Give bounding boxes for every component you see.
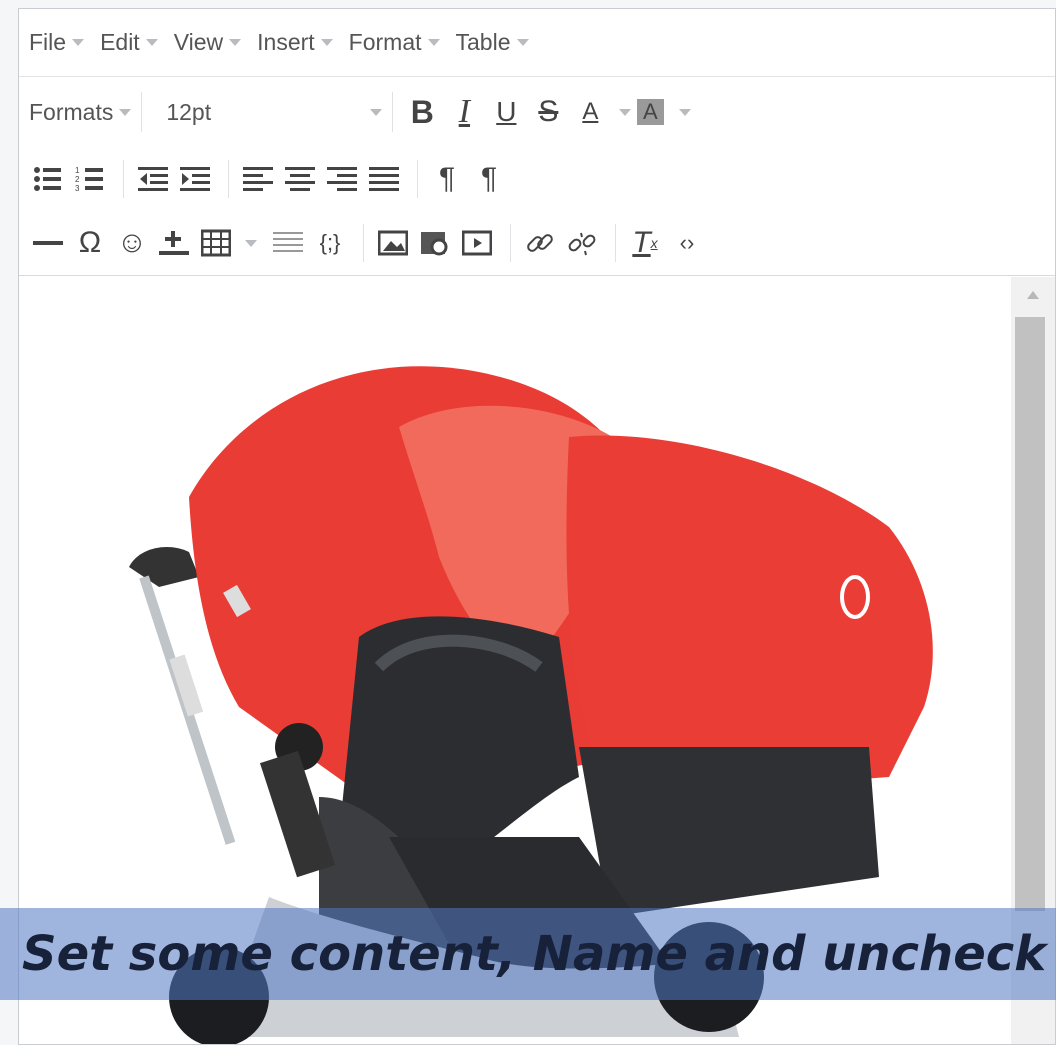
- font-size-dropdown[interactable]: 12pt: [152, 99, 383, 126]
- menu-view[interactable]: View: [174, 29, 242, 56]
- toolbar-separator: [228, 160, 229, 198]
- justify-icon[interactable]: [365, 157, 403, 201]
- insert-icon[interactable]: [155, 221, 193, 265]
- chevron-down-icon[interactable]: [679, 108, 692, 116]
- toolbar-separator: [123, 160, 124, 198]
- media-icon[interactable]: [416, 221, 454, 265]
- chevron-down-icon: [320, 39, 333, 46]
- toolbar-separator: [392, 91, 394, 133]
- svg-text:3: 3: [75, 184, 80, 193]
- align-right-icon[interactable]: [323, 157, 361, 201]
- chevron-down-icon[interactable]: [619, 108, 632, 116]
- code-icon[interactable]: {;}: [311, 221, 349, 265]
- numbered-list-icon[interactable]: 123: [71, 157, 109, 201]
- toolbar-separator: [417, 160, 418, 198]
- text-color-button[interactable]: A: [571, 90, 609, 134]
- emoticon-icon[interactable]: ☺: [113, 221, 151, 265]
- chevron-down-icon: [145, 39, 158, 46]
- chevron-down-icon: [516, 39, 529, 46]
- scroll-up-icon[interactable]: [1027, 291, 1039, 299]
- toolbar-separator: [615, 224, 616, 262]
- align-left-icon[interactable]: [239, 157, 277, 201]
- chevron-down-icon[interactable]: [245, 239, 257, 247]
- align-center-icon[interactable]: [281, 157, 319, 201]
- svg-text:1: 1: [75, 166, 80, 175]
- table-icon[interactable]: [197, 221, 235, 265]
- image-icon[interactable]: [374, 221, 412, 265]
- toolbar-row-text-format: Formats 12pt B I U S A A: [19, 77, 1055, 147]
- formats-dropdown[interactable]: Formats: [29, 99, 132, 126]
- source-code-icon[interactable]: ‹›: [668, 221, 706, 265]
- list-icon[interactable]: [269, 221, 307, 265]
- bg-color-button[interactable]: A: [631, 90, 669, 134]
- chevron-down-icon: [370, 108, 383, 116]
- toolbar-separator: [363, 224, 364, 262]
- unlink-icon[interactable]: [563, 221, 601, 265]
- caption-banner: Set some content, Name and uncheck S: [0, 908, 1056, 1000]
- toolbar: Formats 12pt B I U S A A 123 ¶ ¶ Ω ☺ {;}…: [19, 77, 1055, 276]
- toolbar-row-paragraph: 123 ¶ ¶: [19, 147, 1055, 211]
- chevron-down-icon: [229, 39, 242, 46]
- rtl-icon[interactable]: ¶: [470, 157, 508, 201]
- special-char-icon[interactable]: Ω: [71, 221, 109, 265]
- toolbar-row-insert: Ω ☺ {;} Tx ‹›: [19, 211, 1055, 275]
- menu-edit[interactable]: Edit: [100, 29, 158, 56]
- clear-format-icon[interactable]: Tx: [626, 221, 664, 265]
- underline-button[interactable]: U: [487, 90, 525, 134]
- chevron-down-icon: [72, 39, 85, 46]
- toolbar-separator: [141, 91, 143, 133]
- link-icon[interactable]: [521, 221, 559, 265]
- outdent-icon[interactable]: [134, 157, 172, 201]
- menu-insert[interactable]: Insert: [257, 29, 333, 56]
- menu-table[interactable]: Table: [456, 29, 529, 56]
- indent-icon[interactable]: [176, 157, 214, 201]
- menu-bar: File Edit View Insert Format Table: [19, 9, 1055, 77]
- horizontal-rule-icon[interactable]: [29, 221, 67, 265]
- rich-text-editor: File Edit View Insert Format Table Forma…: [18, 8, 1056, 1045]
- ltr-icon[interactable]: ¶: [428, 157, 466, 201]
- chevron-down-icon: [427, 39, 440, 46]
- chevron-down-icon: [119, 108, 132, 116]
- menu-file[interactable]: File: [29, 29, 85, 56]
- toolbar-separator: [510, 224, 511, 262]
- embed-icon[interactable]: [458, 221, 496, 265]
- svg-text:2: 2: [75, 175, 80, 184]
- strikethrough-button[interactable]: S: [529, 90, 567, 134]
- italic-button[interactable]: I: [445, 90, 483, 134]
- bullet-list-icon[interactable]: [29, 157, 67, 201]
- bold-button[interactable]: B: [403, 90, 441, 134]
- menu-format[interactable]: Format: [349, 29, 440, 56]
- caption-text: Set some content, Name and uncheck S: [22, 926, 1056, 982]
- scrollbar-thumb[interactable]: [1015, 317, 1045, 911]
